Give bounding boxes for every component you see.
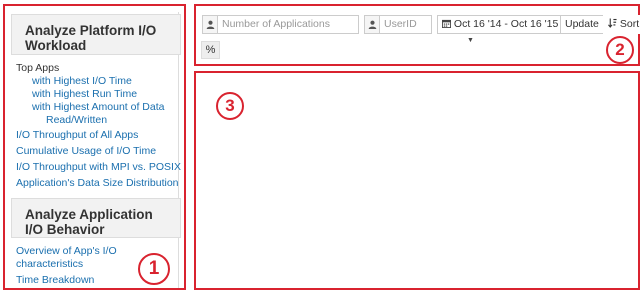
top-apps-label: Top Apps: [16, 62, 60, 74]
overview-io-characteristics-link[interactable]: Overview of App's I/O: [16, 245, 117, 258]
sidebar-region: Analyze Platform I/O Workload Top Apps w…: [3, 4, 186, 290]
sidebar-panel: Analyze Platform I/O Workload Top Apps w…: [11, 12, 181, 288]
number-of-apps-placeholder: Number of Applications: [222, 18, 330, 30]
top-apps-highest-run-time-link[interactable]: with Highest Run Time: [32, 88, 137, 101]
time-breakdown-link[interactable]: Time Breakdown: [16, 274, 94, 287]
io-throughput-all-apps-link[interactable]: I/O Throughput of All Apps: [16, 129, 138, 142]
user-icon: [203, 16, 218, 33]
section-header-platform-workload: Analyze Platform I/O Workload: [11, 14, 181, 55]
percent-toggle-button[interactable]: %: [201, 41, 220, 59]
userid-input[interactable]: UserID: [364, 15, 432, 34]
sort-label: Sort: [619, 18, 640, 30]
sort-button[interactable]: Sort: [603, 15, 643, 34]
sort-icon: [608, 18, 617, 28]
overview-io-characteristics-link-cont[interactable]: characteristics: [16, 258, 83, 271]
update-button[interactable]: Update: [560, 15, 604, 34]
chevron-down-icon: ▼: [467, 37, 474, 44]
toolbar-region: Number of Applications UserID Oct 16 '14…: [194, 4, 643, 66]
annotation-marker-1: 1: [138, 253, 170, 285]
annotation-marker-3: 3: [216, 92, 244, 120]
section-header-app-behavior: Analyze Application I/O Behavior: [11, 198, 181, 238]
io-throughput-mpi-posix-link[interactable]: I/O Throughput with MPI vs. POSIX: [16, 161, 181, 174]
main-content-region: 3: [194, 71, 640, 290]
number-of-apps-input[interactable]: Number of Applications: [202, 15, 359, 34]
top-apps-highest-data-link[interactable]: with Highest Amount of Data: [32, 101, 165, 114]
user-icon: [365, 16, 380, 33]
calendar-icon: [442, 19, 451, 28]
top-apps-highest-io-time-link[interactable]: with Highest I/O Time: [32, 75, 132, 88]
date-range-label: Oct 16 '14 - Oct 16 '15: [453, 18, 559, 30]
annotation-marker-2: 2: [606, 36, 634, 64]
data-size-distribution-link[interactable]: Application's Data Size Distribution: [16, 177, 179, 190]
userid-placeholder: UserID: [384, 18, 417, 30]
top-apps-highest-data-link-cont[interactable]: Read/Written: [46, 114, 107, 127]
date-range-picker[interactable]: Oct 16 '14 - Oct 16 '15: [437, 15, 564, 34]
cumulative-usage-io-time-link[interactable]: Cumulative Usage of I/O Time: [16, 145, 156, 158]
